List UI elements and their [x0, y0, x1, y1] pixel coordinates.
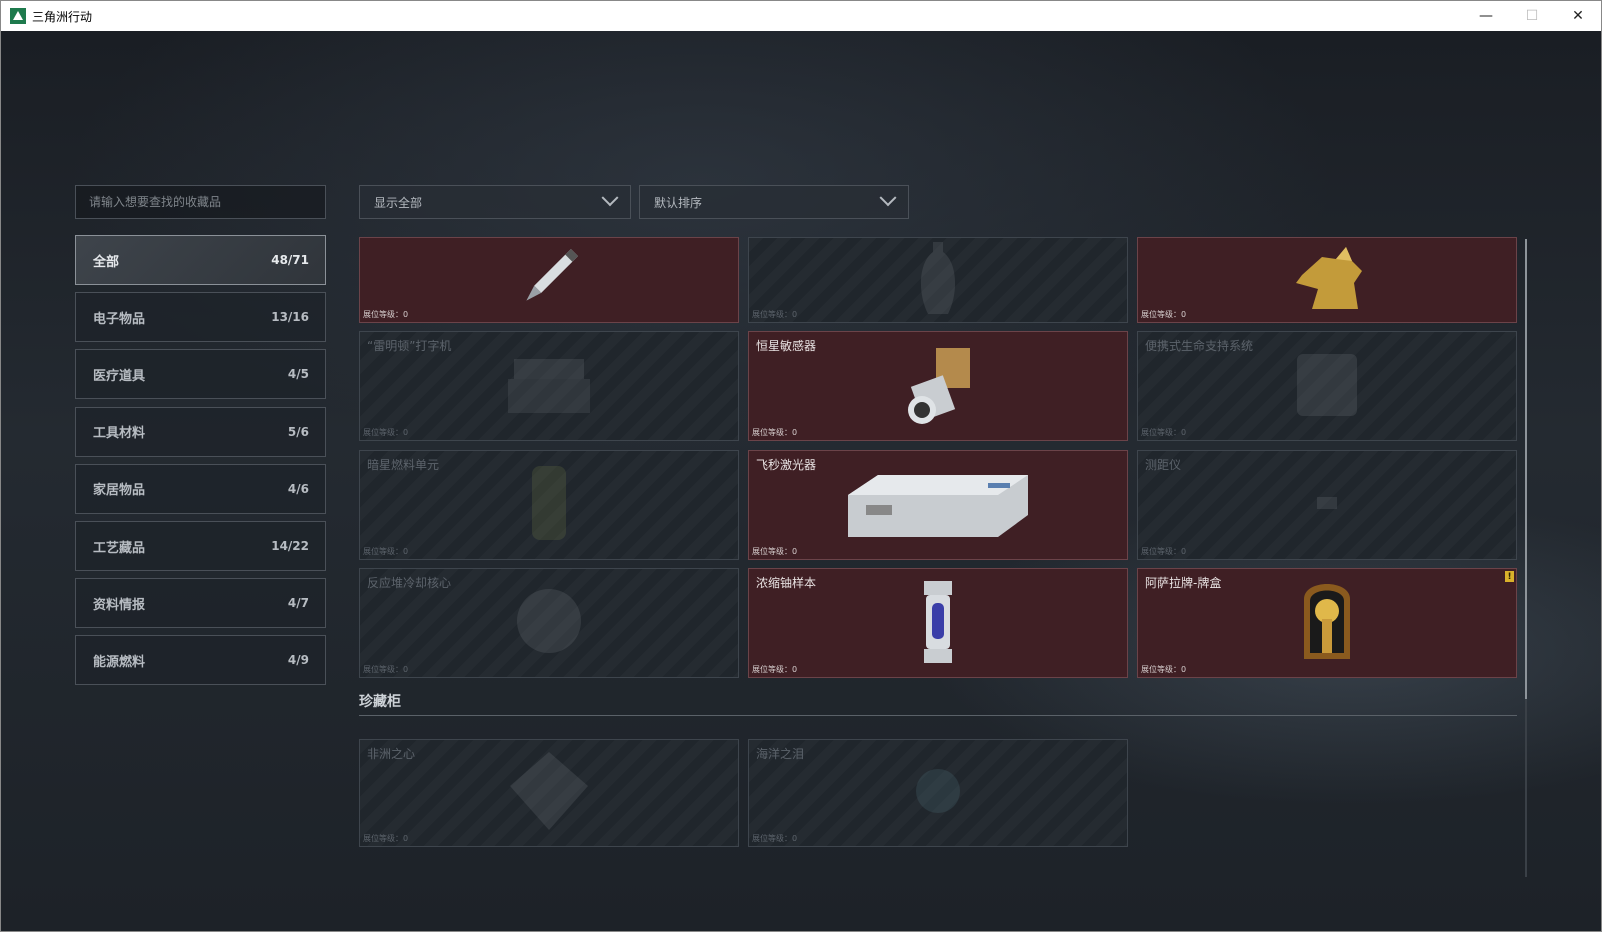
category-count: 13/16 — [271, 310, 309, 325]
close-button[interactable]: ✕ — [1555, 1, 1601, 31]
category-label: 家居物品 — [93, 483, 146, 499]
category-count: 48/71 — [271, 253, 309, 267]
category-count: 5/6 — [287, 424, 309, 439]
collectible-card[interactable]: 海洋之泪展位等级：0 — [748, 739, 1128, 847]
display-level: 展位等级：0 — [752, 834, 798, 843]
collectible-card[interactable]: 非洲之心展位等级：0 — [359, 739, 739, 847]
search-box[interactable] — [75, 185, 326, 219]
title-bar: 三角洲行动 — ☐ ✕ — [1, 1, 1601, 31]
app-logo-icon — [10, 8, 26, 24]
tear-gem-icon — [908, 761, 968, 825]
sidebar-category-item[interactable]: 工艺藏品 14/22 — [75, 521, 326, 571]
scrollbar-thumb[interactable] — [1525, 239, 1527, 699]
sidebar-category-item[interactable]: 电子物品 13/16 — [75, 292, 326, 343]
collectible-name: 非洲之心 — [367, 747, 416, 761]
display-level: 展位等级：0 — [363, 834, 409, 843]
category-count: 14/22 — [271, 539, 309, 553]
sidebar-category-item[interactable]: 家居物品 4/6 — [75, 463, 326, 514]
category-count: 4/5 — [287, 367, 309, 382]
category-label: 能源燃料 — [93, 654, 146, 670]
cabinet-grid: 非洲之心 展位等级：0 海洋之泪 展位等级：0 — [359, 31, 1519, 847]
app-window: 三角洲行动 — ☐ ✕ 显示全部 默认排序 全部48/71电子物品13/16医疗… — [0, 0, 1602, 932]
category-label: 工具材料 — [93, 426, 146, 442]
category-count: 4/9 — [287, 653, 309, 668]
maximize-button[interactable]: ☐ — [1509, 1, 1555, 31]
sidebar-category-item[interactable]: 工具材料 5/6 — [75, 406, 326, 457]
category-label: 医疗道具 — [93, 368, 146, 384]
cabinet-section-title: 珍藏柜 — [359, 694, 401, 710]
category-count: 4/6 — [287, 481, 309, 496]
sidebar-category-item[interactable]: 全部 48/71 — [75, 235, 326, 285]
section-divider — [359, 715, 1517, 716]
sidebar-category-item[interactable]: 资料情报 4/7 — [75, 578, 326, 629]
window-title: 三角洲行动 — [32, 9, 93, 24]
sidebar-category-item[interactable]: 医疗道具 4/5 — [75, 349, 326, 400]
category-label: 工艺藏品 — [93, 540, 146, 556]
collectible-name: 海洋之泪 — [756, 747, 805, 761]
category-label: 全部 — [93, 254, 120, 270]
category-count: 4/7 — [287, 596, 309, 611]
window-controls: — ☐ ✕ — [1463, 1, 1601, 31]
category-label: 电子物品 — [93, 311, 146, 327]
game-area: 显示全部 默认排序 全部48/71电子物品13/16医疗道具4/5工具材料5/6… — [1, 31, 1601, 931]
sidebar-category-item[interactable]: 能源燃料 4/9 — [75, 635, 326, 686]
search-input[interactable] — [89, 195, 312, 209]
category-label: 资料情报 — [93, 597, 146, 613]
diamond-icon — [504, 746, 594, 840]
minimize-button[interactable]: — — [1463, 1, 1509, 31]
